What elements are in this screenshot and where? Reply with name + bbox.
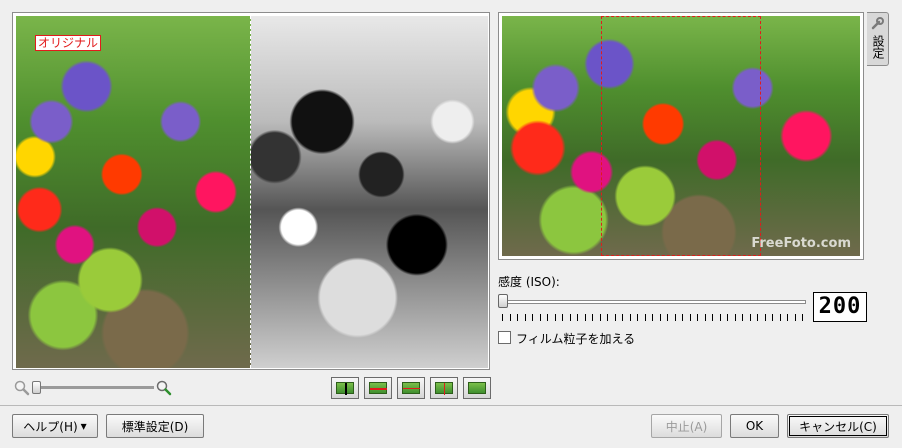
compare-mode-preview-icon[interactable] <box>463 377 491 399</box>
cancel-button[interactable]: キャンセル(C) <box>787 414 889 438</box>
slider-tick <box>757 314 758 321</box>
slider-tick <box>742 314 743 321</box>
compare-mode-split-vertical-icon[interactable] <box>364 377 392 399</box>
slider-tick <box>554 314 556 321</box>
defaults-button[interactable]: 標準設定(D) <box>106 414 204 438</box>
help-button[interactable]: ヘルプ(H) ▾ <box>12 414 98 438</box>
preview-canvas[interactable]: オリジナル <box>12 12 490 370</box>
slider-tick <box>644 314 646 321</box>
settings-tab-label: 設定 <box>871 35 885 59</box>
slider-tick <box>689 314 691 321</box>
original-preview-half <box>16 16 251 368</box>
slider-tick <box>517 314 518 321</box>
watermark: FreeFoto.com <box>751 236 851 251</box>
compare-mode-original-icon[interactable] <box>331 377 359 399</box>
slider-tick <box>802 314 803 321</box>
slider-tick <box>674 314 676 321</box>
slider-tick <box>622 314 623 321</box>
slider-tick <box>569 314 571 321</box>
zoom-out-icon[interactable] <box>14 380 30 396</box>
sensitivity-slider[interactable] <box>498 294 806 324</box>
slider-tick <box>749 314 751 321</box>
slider-tick <box>502 314 503 321</box>
slider-tick <box>659 314 661 321</box>
slider-tick <box>509 314 511 321</box>
original-label: オリジナル <box>35 35 102 51</box>
help-button-label: ヘルプ(H) <box>23 419 78 434</box>
chevron-down-icon: ▾ <box>80 419 87 433</box>
slider-tick <box>794 314 796 321</box>
slider-tick <box>667 314 668 321</box>
ok-button[interactable]: OK <box>730 414 779 438</box>
slider-tick <box>652 314 653 321</box>
slider-tick <box>614 314 616 321</box>
slider-tick <box>697 314 698 321</box>
slider-tick <box>734 314 736 321</box>
abort-button[interactable]: 中止(A) <box>651 414 722 438</box>
slider-tick <box>719 314 721 321</box>
slider-tick <box>787 314 788 321</box>
zoom-in-icon[interactable] <box>156 380 172 396</box>
slider-tick <box>599 314 601 321</box>
effect-preview-half <box>251 16 488 368</box>
slider-tick <box>704 314 706 321</box>
zoom-slider-thumb[interactable] <box>32 381 41 394</box>
slider-tick <box>712 314 713 321</box>
slider-ticks <box>498 314 806 322</box>
slider-tick <box>629 314 631 321</box>
slider-tick <box>764 314 766 321</box>
split-guide-line[interactable] <box>250 16 251 368</box>
slider-tick <box>637 314 638 321</box>
zoom-slider[interactable] <box>32 381 154 395</box>
wrench-icon <box>871 17 884 30</box>
slider-tick <box>539 314 541 321</box>
slider-track <box>498 300 806 304</box>
slider-tick <box>577 314 578 321</box>
zoom-slider-track <box>32 386 154 389</box>
settings-side-tab[interactable]: 設定 <box>867 12 889 66</box>
slider-tick <box>727 314 728 321</box>
slider-tick <box>532 314 533 321</box>
slider-tick <box>682 314 683 321</box>
slider-tick <box>547 314 548 321</box>
slider-tick <box>779 314 781 321</box>
compare-mode-split-horizontal-icon[interactable] <box>397 377 425 399</box>
sensitivity-label: 感度 (ISO): <box>498 275 560 289</box>
slider-tick <box>592 314 593 321</box>
slider-tick <box>607 314 608 321</box>
slider-tick <box>524 314 526 321</box>
slider-tick <box>584 314 586 321</box>
slider-thumb[interactable] <box>498 294 508 308</box>
slider-tick <box>562 314 563 321</box>
navigation-thumbnail[interactable]: FreeFoto.com <box>498 12 864 260</box>
thumbnail-viewport-rect[interactable] <box>601 16 761 256</box>
separator <box>0 405 902 406</box>
film-grain-checkbox[interactable] <box>498 331 511 344</box>
compare-mode-split-duplicate-icon[interactable] <box>430 377 458 399</box>
sensitivity-value-display[interactable]: 200 <box>813 292 867 322</box>
film-grain-label: フィルム粒子を加える <box>516 332 636 346</box>
slider-tick <box>772 314 773 321</box>
